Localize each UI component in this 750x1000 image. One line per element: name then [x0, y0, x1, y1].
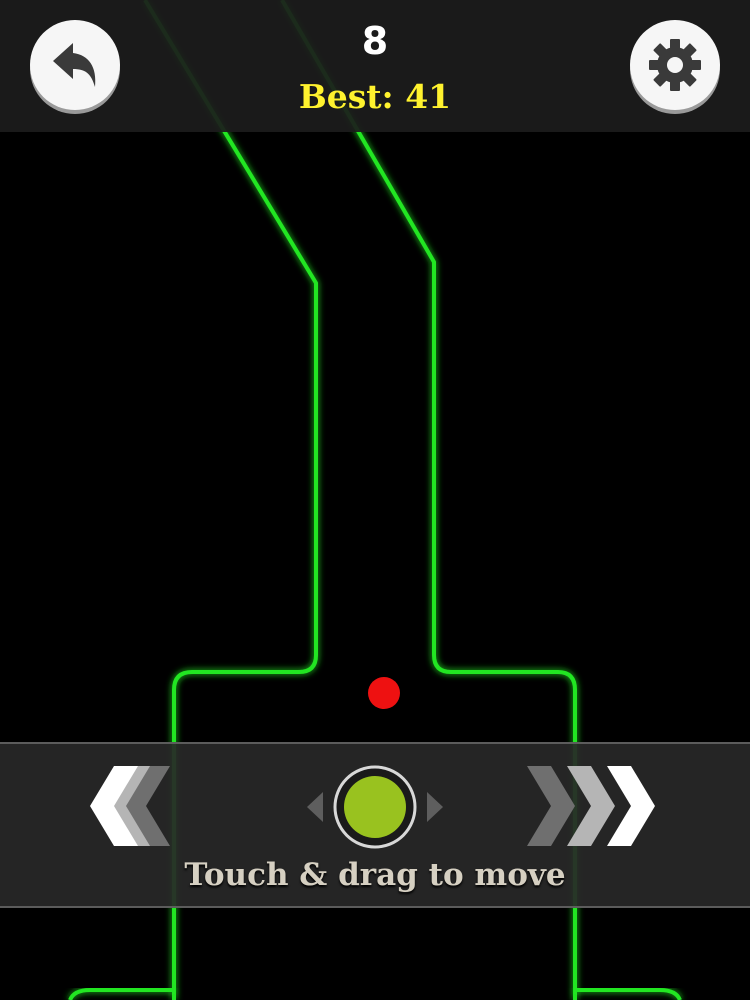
chevrons-left-icon: [90, 766, 170, 846]
settings-button[interactable]: [630, 20, 720, 110]
chevrons-right-icon: [527, 766, 655, 846]
drag-handle[interactable]: [305, 764, 445, 850]
control-bar[interactable]: Touch & drag to move: [0, 742, 750, 908]
track-wall-bottom-left: [68, 988, 174, 1000]
top-bar: 8 Best: 41: [0, 0, 750, 132]
gear-icon: [649, 39, 701, 91]
instruction-text: Touch & drag to move: [184, 857, 566, 893]
track-wall-bottom-right: [575, 988, 682, 1000]
drag-handle-icon: [307, 765, 443, 849]
player-ball: [368, 677, 400, 709]
